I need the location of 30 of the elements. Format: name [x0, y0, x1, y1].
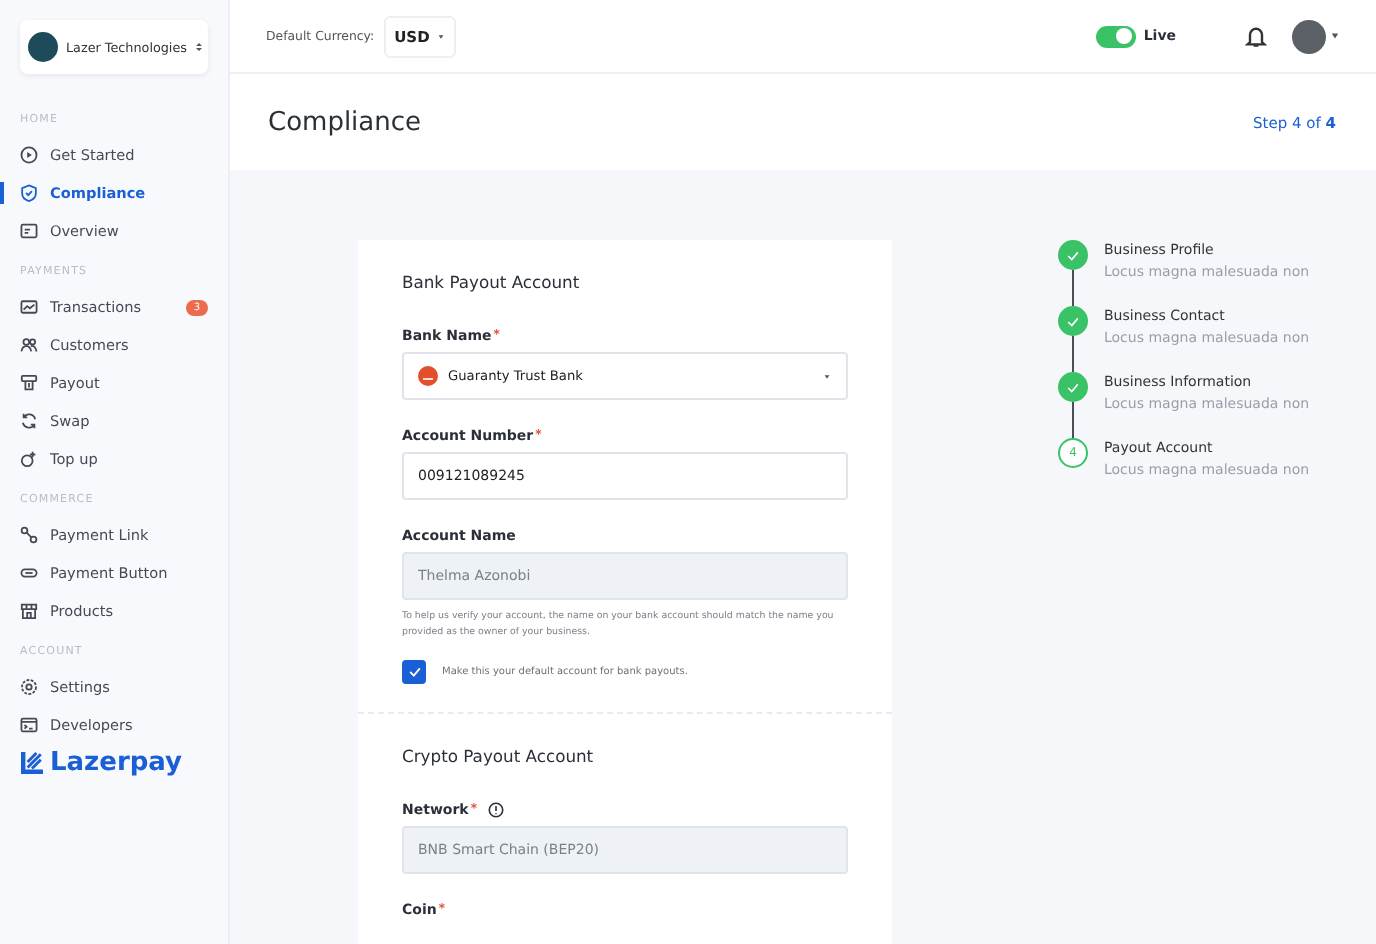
section-title: Bank Payout Account — [402, 272, 582, 292]
chart-card-icon — [20, 298, 38, 316]
live-toggle[interactable] — [1095, 25, 1136, 47]
sort-caret-icon — [194, 38, 205, 56]
window-icon — [20, 222, 38, 240]
store-icon — [20, 602, 38, 620]
people-icon — [20, 336, 38, 354]
avatar-icon[interactable] — [1292, 19, 1326, 53]
shield-check-icon — [20, 184, 38, 202]
play-circle-icon — [20, 146, 38, 164]
section-title: Crypto Payout Account — [402, 746, 596, 766]
checkmark-icon — [407, 666, 421, 678]
terminal-icon — [20, 716, 38, 734]
checkmark-icon — [1066, 381, 1080, 393]
brand-logo-icon — [20, 752, 44, 774]
checkmark-icon — [1066, 315, 1080, 327]
link-icon — [20, 526, 38, 544]
notification-bell-icon[interactable] — [1244, 24, 1268, 48]
caret-icon — [1330, 32, 1340, 40]
checkmark-icon — [1066, 249, 1080, 261]
coin-plus-icon — [20, 450, 38, 468]
swap-arrows-icon — [20, 412, 38, 430]
bank-logo-icon — [418, 366, 438, 386]
workspace-logo-icon — [28, 32, 58, 62]
brand-name: Lazerpay — [50, 748, 183, 778]
checkbox[interactable] — [402, 660, 426, 684]
page-title: Compliance — [268, 107, 422, 137]
cash-icon — [20, 374, 38, 392]
button-icon — [20, 564, 38, 582]
settings-icon — [20, 678, 38, 696]
